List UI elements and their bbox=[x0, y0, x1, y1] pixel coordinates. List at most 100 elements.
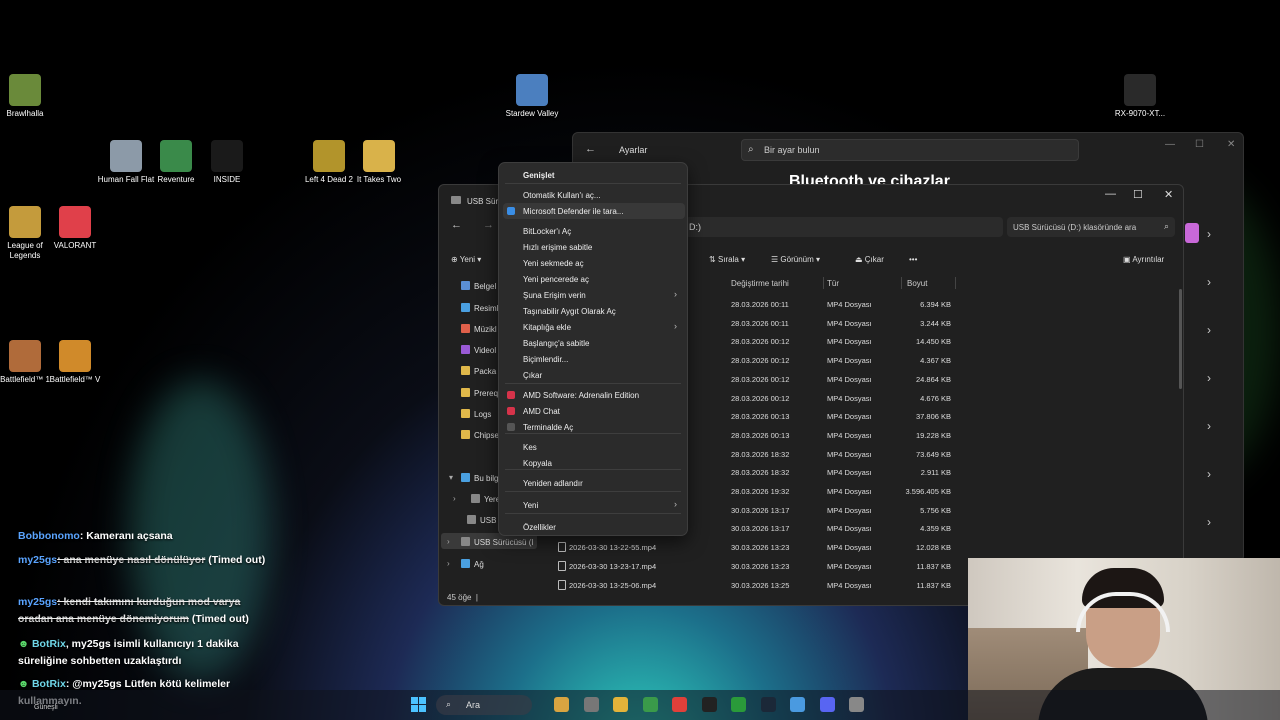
file-type: MP4 Dosyası bbox=[827, 300, 872, 309]
menu-item[interactable]: Kes bbox=[499, 439, 687, 455]
menu-item[interactable]: Genişlet bbox=[499, 167, 687, 183]
sidebar-item[interactable]: Müzikl bbox=[461, 324, 497, 334]
column-divider[interactable] bbox=[823, 277, 824, 289]
chevron-right-icon[interactable]: › bbox=[1207, 419, 1211, 433]
explorer-search-input[interactable]: USB Sürücüsü (D:) klasöründe ara ⌕ bbox=[1007, 217, 1175, 237]
column-divider[interactable] bbox=[901, 277, 902, 289]
taskbar-app-icon[interactable] bbox=[672, 697, 687, 712]
sidebar-item[interactable]: Packa bbox=[461, 366, 496, 376]
chevron-right-icon[interactable]: › bbox=[1207, 323, 1211, 337]
column-modified[interactable]: Değiştirme tarihi bbox=[731, 279, 789, 288]
taskbar-app-icon[interactable] bbox=[790, 697, 805, 712]
file-date: 28.03.2026 00:11 bbox=[731, 318, 789, 328]
view-button[interactable]: ☰ Görünüm ▾ bbox=[771, 255, 820, 264]
chevron-right-icon[interactable]: › bbox=[453, 494, 456, 503]
address-bar[interactable]: D:) bbox=[685, 217, 1003, 237]
menu-item[interactable]: Yeni sekmede aç bbox=[499, 255, 687, 271]
taskbar-app-icon[interactable] bbox=[701, 697, 717, 712]
eject-button[interactable]: ⏏ Çıkar bbox=[855, 255, 884, 264]
taskbar-app-icon[interactable] bbox=[819, 697, 835, 712]
taskbar-app-icon[interactable] bbox=[849, 697, 864, 712]
forward-arrow-icon[interactable]: → bbox=[483, 219, 494, 231]
chat-timeout: (Timed out) bbox=[188, 613, 249, 625]
close-icon[interactable]: ✕ bbox=[1227, 139, 1235, 150]
sort-button[interactable]: ⇅ Sırala ▾ bbox=[709, 255, 745, 264]
minimize-icon[interactable]: — bbox=[1165, 139, 1175, 150]
menu-item[interactable]: Yeniden adlandır bbox=[499, 475, 687, 491]
menu-item[interactable]: AMD Chat bbox=[499, 403, 687, 419]
chevron-right-icon[interactable]: › bbox=[1207, 371, 1211, 385]
close-icon[interactable]: ✕ bbox=[1164, 188, 1173, 201]
sidebar-item[interactable]: Bu bilg bbox=[461, 473, 498, 483]
sidebar-item[interactable]: Videol bbox=[461, 345, 496, 355]
new-button[interactable]: ⊕ Yeni ▾ bbox=[451, 255, 481, 264]
menu-item[interactable]: AMD Software: Adrenalin Edition bbox=[499, 387, 687, 403]
menu-item[interactable]: Taşınabilir Aygıt Olarak Aç bbox=[499, 303, 687, 319]
sidebar-item[interactable]: USB Sürücüsü (I bbox=[461, 537, 534, 547]
chat-timeout: (Timed out) bbox=[205, 554, 266, 566]
sidebar-item[interactable]: Chipse bbox=[461, 430, 499, 440]
menu-item[interactable]: Başlangıç'a sabitle bbox=[499, 335, 687, 351]
taskbar-app-icon[interactable] bbox=[613, 697, 628, 712]
menu-item[interactable]: BitLocker'ı Aç bbox=[499, 223, 687, 239]
menu-item[interactable]: Şuna Erişim verin › bbox=[499, 287, 687, 303]
taskbar-app-icon[interactable] bbox=[554, 697, 569, 712]
vertical-scrollbar[interactable] bbox=[1179, 289, 1182, 389]
taskbar-app-icon[interactable] bbox=[731, 697, 746, 712]
desktop-icon[interactable]: RX-9070-XT... bbox=[1108, 74, 1172, 119]
menu-item[interactable]: Yeni › bbox=[499, 497, 687, 513]
menu-item[interactable]: Microsoft Defender ile tara... bbox=[503, 203, 685, 219]
minimize-icon[interactable]: — bbox=[1105, 188, 1116, 200]
sidebar-item[interactable]: Resiml bbox=[461, 303, 498, 313]
chevron-down-icon[interactable]: ▾ bbox=[449, 473, 453, 482]
desktop-icon[interactable]: Brawlhalla bbox=[0, 74, 57, 119]
sidebar-item[interactable]: Ağ bbox=[461, 559, 484, 569]
menu-item[interactable]: Otomatik Kullan'ı aç... bbox=[499, 187, 687, 203]
taskbar-app-icon[interactable] bbox=[583, 697, 599, 712]
settings-search-input[interactable]: ⌕ Bir ayar bulun bbox=[741, 139, 1079, 161]
menu-item[interactable]: Yeni pencerede aç bbox=[499, 271, 687, 287]
taskbar-search[interactable]: ⌕ Ara bbox=[436, 695, 532, 715]
sidebar-item-label: Prereq bbox=[474, 389, 499, 398]
back-arrow-icon[interactable]: ← bbox=[451, 219, 462, 231]
more-options-button[interactable]: ••• bbox=[909, 255, 917, 264]
chevron-right-icon[interactable]: › bbox=[447, 559, 450, 568]
desktop-icon[interactable]: Battlefield™ V bbox=[43, 340, 107, 385]
menu-item[interactable]: Özellikler bbox=[499, 519, 687, 535]
column-type[interactable]: Tür bbox=[827, 279, 839, 288]
table-row[interactable]: 2026-03-30 13-22-55.mp4 30.03.2026 13:23 M… bbox=[551, 538, 1091, 556]
column-divider[interactable] bbox=[955, 277, 956, 289]
settings-accent-tile[interactable] bbox=[1185, 223, 1199, 243]
sidebar-item[interactable]: Belgel bbox=[461, 281, 496, 291]
menu-item[interactable]: Hızlı erişime sabitle bbox=[499, 239, 687, 255]
desktop-icon[interactable]: INSIDE bbox=[195, 140, 259, 185]
start-button-icon[interactable] bbox=[411, 697, 426, 712]
chevron-right-icon[interactable]: › bbox=[1207, 515, 1211, 529]
desktop-icon[interactable]: It Takes Two bbox=[347, 140, 411, 185]
chevron-right-icon[interactable]: › bbox=[447, 537, 450, 546]
menu-item[interactable]: Biçimlendir... bbox=[499, 351, 687, 367]
menu-item[interactable]: Çıkar bbox=[499, 367, 687, 383]
taskbar-app-icon[interactable] bbox=[642, 697, 658, 712]
sidebar-item[interactable]: Prereq bbox=[461, 388, 498, 398]
menu-item-icon bbox=[507, 423, 515, 431]
weather-label[interactable]: Güneşli bbox=[34, 704, 58, 711]
chevron-right-icon[interactable]: › bbox=[1207, 467, 1211, 481]
folder-icon bbox=[461, 281, 470, 290]
desktop-icon[interactable]: Stardew Valley bbox=[500, 74, 564, 119]
chat-text: : ana menüye nasıl dönülüyor bbox=[57, 554, 206, 566]
maximize-icon[interactable]: ☐ bbox=[1195, 139, 1204, 150]
column-size[interactable]: Boyut bbox=[907, 279, 927, 288]
details-button[interactable]: ▣ Ayrıntılar bbox=[1123, 255, 1164, 264]
desktop-icon[interactable]: VALORANT bbox=[43, 206, 107, 251]
back-arrow-icon[interactable]: ← bbox=[585, 143, 596, 155]
file-type: MP4 Dosyası bbox=[827, 487, 872, 496]
chevron-right-icon[interactable]: › bbox=[1207, 227, 1211, 241]
menu-item[interactable]: Kitaplığa ekle › bbox=[499, 319, 687, 335]
maximize-icon[interactable]: ☐ bbox=[1133, 188, 1143, 201]
menu-item-label: Yeniden adlandır bbox=[523, 479, 583, 488]
taskbar-app-icon[interactable] bbox=[760, 697, 776, 712]
chevron-right-icon[interactable]: › bbox=[1207, 275, 1211, 289]
file-type: MP4 Dosyası bbox=[827, 561, 872, 571]
sidebar-item[interactable]: Logs bbox=[461, 409, 491, 419]
